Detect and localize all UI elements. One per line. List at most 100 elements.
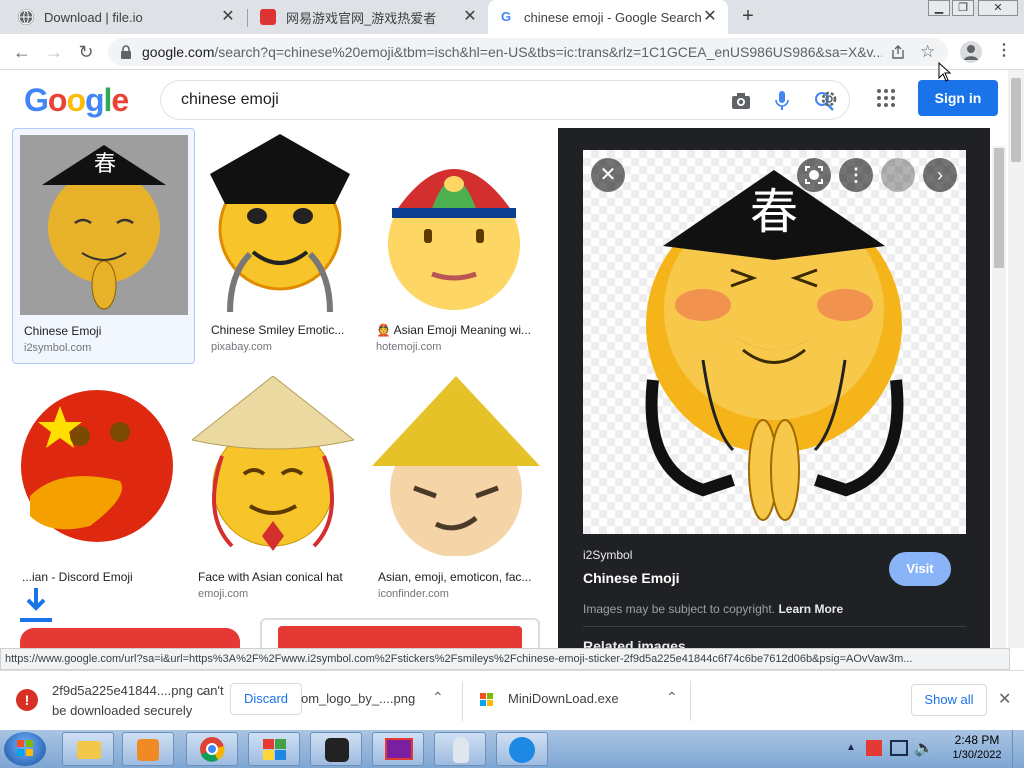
scrollbar-thumb[interactable]	[1011, 78, 1021, 162]
tab-netease[interactable]: 网易游戏官网_游戏热爱者 ✕	[250, 0, 488, 34]
google-header: Google chinese emoji Sign in	[0, 70, 1008, 128]
clock-date[interactable]: 1/30/2022	[946, 749, 1008, 761]
result-card-asian-emoticon[interactable]: Asian, emoji, emoticon, fac... iconfinde…	[372, 376, 542, 612]
result-thumbnail[interactable]	[372, 376, 540, 556]
back-arrow-icon[interactable]: ←	[12, 42, 32, 62]
chevron-up-icon[interactable]: ⌃	[198, 689, 210, 706]
scrollbar-thumb[interactable]	[994, 148, 1004, 268]
more-options-icon[interactable]: ⋮	[839, 158, 873, 192]
volume-icon[interactable]: 🔈	[914, 738, 934, 758]
previous-image-icon[interactable]: ‹	[881, 158, 915, 192]
chrome-taskbar-icon[interactable]	[186, 732, 238, 766]
start-button[interactable]	[4, 732, 46, 766]
tab-google-search[interactable]: G chinese emoji - Google Search ✕	[488, 0, 728, 34]
panel-scrollbar[interactable]	[992, 146, 1006, 648]
result-source: hotemoji.com	[376, 341, 442, 353]
page-scrollbar[interactable]	[1008, 70, 1024, 648]
media-player-taskbar-icon[interactable]	[122, 732, 174, 766]
apps-grid-icon[interactable]	[876, 88, 896, 108]
bookmark-star-icon[interactable]: ☆	[920, 42, 935, 62]
show-all-button[interactable]: Show all	[911, 684, 987, 716]
windows-taskbar: ▲ 🔈 2:48 PM 1/30/2022	[0, 730, 1024, 768]
clock-time[interactable]: 2:48 PM	[946, 733, 1008, 747]
restore-button[interactable]: ❐	[952, 0, 974, 16]
search-input[interactable]: chinese emoji	[181, 91, 279, 109]
result-thumbnail[interactable]: 春	[20, 135, 188, 315]
close-preview-icon[interactable]: ✕	[591, 158, 625, 192]
download-item-logo[interactable]: om_logo_by_....png	[301, 691, 415, 706]
close-download-bar-icon[interactable]: ✕	[998, 689, 1011, 709]
tray-flag-icon[interactable]	[866, 740, 882, 756]
result-card-chinese-smiley[interactable]: Chinese Smiley Emotic... pixabay.com	[205, 128, 355, 364]
asian-emoticon-image	[372, 376, 540, 556]
video-app-taskbar-icon[interactable]	[496, 732, 548, 766]
flag-emoji-image	[21, 390, 173, 542]
preview-image[interactable]: 春 ✕ ⋮ ‹ ›	[583, 150, 966, 534]
close-window-button[interactable]: ✕	[978, 0, 1018, 16]
profile-avatar-icon[interactable]	[960, 41, 982, 63]
share-icon[interactable]	[890, 44, 906, 60]
result-title[interactable]: Asian, emoji, emoticon, fac...	[378, 570, 538, 584]
result-thumbnail[interactable]	[20, 376, 175, 556]
result-partial-thumbnail[interactable]	[20, 628, 240, 648]
lens-search-icon[interactable]	[797, 158, 831, 192]
camera-app-taskbar-icon[interactable]	[310, 732, 362, 766]
chevron-up-icon[interactable]: ⌃	[432, 689, 444, 706]
result-thumbnail[interactable]	[370, 134, 538, 314]
preview-source[interactable]: i2Symbol	[583, 548, 632, 562]
image-preview-panel: 春 ✕ ⋮ ‹ › i2Symbol Chinese Emoji Visit I…	[558, 128, 990, 648]
visit-button[interactable]: Visit	[889, 552, 951, 586]
close-tab-icon[interactable]: ✕	[702, 9, 718, 25]
result-thumbnail[interactable]	[205, 134, 355, 314]
show-desktop-button[interactable]	[1012, 730, 1024, 768]
chevron-up-icon[interactable]: ⌃	[666, 689, 678, 706]
google-logo[interactable]: Google	[24, 82, 129, 119]
result-card-asian-emoji[interactable]: 👲 Asian Emoji Meaning wi... hotemoji.com	[370, 128, 542, 364]
discard-button[interactable]: Discard	[230, 683, 302, 715]
preview-title[interactable]: Chinese Emoji	[583, 570, 679, 586]
download-item-exe[interactable]: MiniDownLoad.exe	[508, 691, 619, 706]
copyright-notice: Images may be subject to copyright. Lear…	[583, 602, 844, 616]
microphone-icon[interactable]	[775, 90, 789, 112]
result-partial-thumbnail[interactable]	[260, 618, 540, 648]
tab-fileio[interactable]: Download | file.io ✕	[8, 0, 246, 34]
file-explorer-taskbar-icon[interactable]	[62, 732, 114, 766]
result-card-discord-emoji[interactable]: ...ian - Discord Emoji	[12, 376, 182, 612]
camera-icon[interactable]	[731, 92, 751, 110]
network-icon[interactable]	[890, 740, 908, 756]
forward-arrow-icon[interactable]: →	[44, 42, 64, 62]
result-card-chinese-emoji[interactable]: 春 Chinese Emoji i2symbol.com	[12, 128, 195, 364]
divider	[583, 626, 966, 627]
image-results-grid: 春 Chinese Emoji i2symbol.com Chinese Smi…	[0, 128, 558, 648]
settings-gear-icon[interactable]	[818, 88, 840, 110]
new-tab-button[interactable]: +	[738, 6, 758, 26]
result-title[interactable]: Chinese Smiley Emotic...	[211, 323, 351, 337]
search-box[interactable]: chinese emoji	[160, 80, 850, 120]
learn-more-link[interactable]: Learn More	[778, 602, 843, 616]
result-title[interactable]: Face with Asian conical hat	[198, 570, 356, 584]
result-thumbnail[interactable]	[192, 376, 354, 556]
sign-in-button[interactable]: Sign in	[918, 80, 998, 116]
menu-dots-icon[interactable]: ⋮	[996, 40, 1012, 60]
helper-app-taskbar-icon[interactable]	[434, 732, 486, 766]
close-tab-icon[interactable]: ✕	[220, 9, 236, 25]
result-source: i2symbol.com	[24, 342, 92, 354]
tray-expand-icon[interactable]: ▲	[846, 742, 856, 753]
mouse-cursor-icon	[938, 62, 952, 82]
app-grid-taskbar-icon[interactable]	[248, 732, 300, 766]
conical-hat-emoji-image	[192, 376, 354, 551]
result-card-conical-hat[interactable]: Face with Asian conical hat emoji.com	[192, 376, 357, 612]
reload-icon[interactable]: ↻	[76, 42, 96, 62]
address-bar[interactable]: google.com/search?q=chinese%20emoji&tbm=…	[108, 38, 948, 66]
next-image-icon[interactable]: ›	[923, 158, 957, 192]
result-title[interactable]: 👲 Asian Emoji Meaning wi...	[376, 323, 536, 337]
globe-icon	[18, 9, 34, 25]
error-icon: !	[16, 689, 38, 711]
minimize-button[interactable]: ▁	[928, 0, 950, 16]
recorder-taskbar-icon[interactable]	[372, 732, 424, 766]
download-error-line2: be downloaded securely	[52, 703, 193, 718]
divider	[462, 681, 463, 721]
result-title[interactable]: Chinese Emoji	[24, 324, 189, 338]
close-tab-icon[interactable]: ✕	[462, 9, 478, 25]
result-title[interactable]: ...ian - Discord Emoji	[22, 570, 172, 584]
